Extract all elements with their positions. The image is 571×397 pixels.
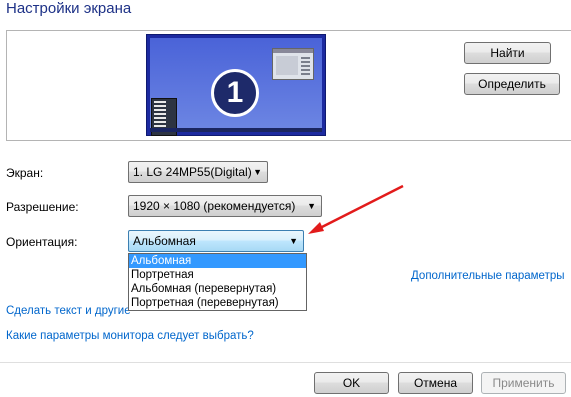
monitor-number-badge: 1 xyxy=(211,69,259,117)
window-thumbnail-icon xyxy=(272,48,314,80)
chevron-down-icon: ▼ xyxy=(253,167,262,177)
apply-button: Применить xyxy=(481,372,566,394)
ok-button[interactable]: OK xyxy=(314,372,389,394)
text-size-link[interactable]: Сделать текст и другие xyxy=(6,305,131,317)
orientation-option[interactable]: Портретная xyxy=(129,268,306,282)
resolution-select-value: 1920 × 1080 (рекомендуется) xyxy=(133,199,296,213)
orientation-option[interactable]: Альбомная xyxy=(129,254,306,268)
resolution-select[interactable]: 1920 × 1080 (рекомендуется) ▼ xyxy=(128,195,322,217)
find-button[interactable]: Найти xyxy=(464,42,551,64)
orientation-dropdown-list: Альбомная Портретная Альбомная (переверн… xyxy=(128,253,307,311)
red-arrow-annotation xyxy=(308,184,404,234)
divider xyxy=(0,362,571,363)
orientation-select-value: Альбомная xyxy=(133,234,196,248)
screen-select[interactable]: 1. LG 24MP55(Digital) ▼ xyxy=(128,161,268,183)
screen-select-value: 1. LG 24MP55(Digital) xyxy=(133,165,252,179)
orientation-option[interactable]: Альбомная (перевернутая) xyxy=(129,282,306,296)
taskbar-thumbnail xyxy=(150,128,322,132)
chevron-down-icon: ▼ xyxy=(289,236,298,246)
page-title: Настройки экрана xyxy=(6,0,132,17)
identify-button[interactable]: Определить xyxy=(464,73,560,95)
screen-label: Экран: xyxy=(6,166,44,180)
monitor-screen: 1 xyxy=(150,38,322,136)
which-settings-link[interactable]: Какие параметры монитора следует выбрать… xyxy=(6,330,254,342)
orientation-option[interactable]: Портретная (перевернутая) xyxy=(129,296,306,310)
orientation-label: Ориентация: xyxy=(6,235,78,249)
monitor-preview[interactable]: 1 xyxy=(146,34,326,136)
orientation-select[interactable]: Альбомная ▼ xyxy=(128,230,304,252)
resolution-label: Разрешение: xyxy=(6,200,79,214)
monitor-preview-area: 1 Найти Определить xyxy=(6,30,571,141)
cancel-button[interactable]: Отмена xyxy=(398,372,473,394)
advanced-settings-link[interactable]: Дополнительные параметры xyxy=(411,270,565,282)
